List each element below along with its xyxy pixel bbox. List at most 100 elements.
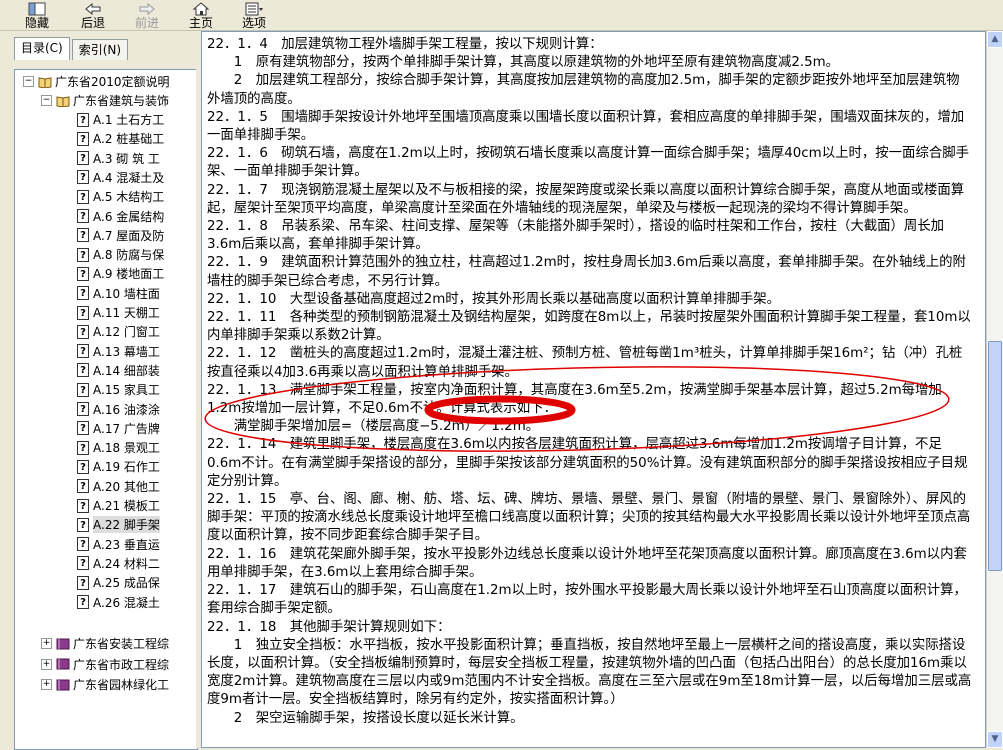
content-paragraph: 22．1．8 吊装系梁、吊车梁、柱间支撑、屋架等（未能搭外脚手架时），搭设的临时… — [207, 219, 945, 253]
tree-collapsed-item[interactable]: + 广东省园林绿化工 — [41, 675, 169, 694]
tab-contents[interactable]: 目录(C) — [14, 37, 70, 60]
tree-item[interactable]: ? A.26 混凝土 — [77, 593, 160, 612]
scroll-up-icon[interactable]: ▲ — [987, 31, 1003, 48]
content-paragraph: 22．1．10 大型设备基础高度超过2m时，按其外形周长乘以基础高度以面积计算单… — [207, 291, 781, 307]
help-page-icon: ? — [77, 556, 89, 571]
forward-arrow-icon — [139, 2, 155, 16]
tree-item-label: A.16 油漆涂 — [93, 402, 160, 417]
tree-item-label: A.13 幕墙工 — [93, 344, 160, 359]
tree-item[interactable]: ? A.25 成品保 — [77, 573, 160, 592]
tree-item[interactable]: ? A.2 桩基础工 — [77, 129, 164, 148]
tree-collapsed-item[interactable]: + 广东省市政工程综 — [41, 655, 169, 674]
forward-button[interactable]: 前进 — [132, 0, 162, 30]
tree-item-label: A.21 模板工 — [93, 499, 160, 513]
content-paragraph: 22．1．12 凿桩头的高度超过1.2m时，混凝土灌注桩、预制方桩、管桩每凿1m… — [207, 346, 963, 380]
content-paragraph: 22．1．7 现浇钢筋混凝土屋架以及不与板相接的梁，按屋架跨度或梁长乘以高度以面… — [207, 182, 965, 216]
help-page-icon: ? — [77, 189, 89, 204]
scroll-thumb[interactable] — [988, 341, 1002, 571]
tree-item[interactable]: ? A.20 其他工 — [77, 477, 160, 496]
collapse-icon[interactable]: − — [23, 76, 34, 87]
options-button[interactable]: 选项 — [234, 0, 274, 30]
tree-item[interactable]: ? A.21 模板工 — [77, 496, 160, 515]
navigation-pane: 目录(C) 索引(N) − 广东省2010定额说明 − 广东省建筑与装饰 ? A.… — [0, 31, 198, 750]
help-page-icon: ? — [77, 324, 89, 339]
tree-item[interactable]: ? A.6 金属结构 — [77, 207, 164, 226]
help-page-icon: ? — [77, 402, 89, 416]
tree-item[interactable]: ? A.24 材料二 — [77, 554, 160, 573]
tree-item[interactable]: ? A.12 门窗工 — [77, 322, 160, 341]
home-icon — [192, 2, 210, 16]
tree-item[interactable]: ? A.14 细部装 — [77, 361, 160, 380]
content-scrollbar[interactable]: ▲ ▼ — [986, 31, 1003, 748]
content-paragraph: 22．1．4 加层建筑物工程外墙脚手架工程量，按以下规则计算： — [207, 37, 603, 52]
tree-item-label: A.11 天棚工 — [93, 306, 160, 320]
content-paragraph: 22．1．16 建筑花架廊外脚手架，按水平投影外边线总长度乘以设计外地坪至花架顶… — [207, 546, 967, 580]
tree-item-label: A.22 脚手架 — [93, 516, 160, 534]
tree-item-label: A.23 垂直运 — [93, 537, 160, 552]
tree-sub-item[interactable]: − 广东省建筑与装饰 — [41, 91, 169, 110]
help-page-icon: ? — [77, 286, 89, 301]
help-page-icon: ? — [77, 575, 89, 590]
tree-item-label: A.1 土石方工 — [93, 113, 165, 127]
content-paragraph: 1 独立安全挡板：水平挡板，按水平投影面积计算；垂直挡板，按自然地坪至最上一层横… — [207, 637, 972, 708]
tree-item-label: A.5 木结构工 — [93, 190, 165, 205]
content-paragraph: 22．1．5 围墙脚手架按设计外地坪至围墙顶高度乘以围墙长度以面积计算，套相应高… — [207, 109, 965, 144]
help-page-icon: ? — [77, 479, 89, 494]
home-button[interactable]: 主页 — [186, 0, 216, 30]
tree-item[interactable]: ? A.13 幕墙工 — [77, 342, 160, 361]
tree-item[interactable]: ? A.4 混凝土及 — [77, 168, 164, 187]
toolbar: 隐藏 后退 前进 主页 选项 — [0, 0, 1003, 31]
tree-item[interactable]: ? A.22 脚手架 — [77, 515, 160, 534]
tree-item-label: A.26 混凝土 — [93, 595, 160, 610]
hide-button[interactable]: 隐藏 — [20, 0, 54, 30]
tree-item[interactable]: ? A.3 砌 筑 工 — [77, 149, 160, 168]
tree-item-label: A.2 桩基础工 — [93, 132, 165, 147]
tab-index[interactable]: 索引(N) — [71, 39, 129, 60]
content-paragraph: 22．1．11 各种类型的预制钢筋混凝土及钢结构屋架，如跨度在8m以上，吊装时按… — [207, 310, 971, 344]
tree-item[interactable]: ? A.5 木结构工 — [77, 187, 164, 206]
help-page-icon: ? — [77, 228, 89, 243]
content-paragraph: 22．1．17 建筑石山的脚手架，石山高度在1.2m以上时，按外围水平投影最大周… — [207, 583, 967, 617]
tree-item[interactable]: ? A.9 楼地面工 — [77, 264, 164, 283]
tree-item-label: A.20 其他工 — [93, 479, 160, 494]
tree-item-label: A.6 金属结构 — [93, 209, 165, 224]
tree-item[interactable]: ? A.7 屋面及防 — [77, 226, 164, 245]
options-icon — [244, 2, 264, 16]
tree-item-label: A.17 广告牌 — [93, 421, 160, 436]
tree-item-label: A.25 成品保 — [93, 576, 160, 591]
expand-icon[interactable]: + — [41, 658, 52, 670]
expand-icon[interactable]: + — [41, 679, 52, 690]
help-page-icon: ? — [77, 459, 89, 474]
help-page-icon: ? — [77, 209, 89, 223]
tree-root-item[interactable]: − 广东省2010定额说明 — [23, 72, 170, 91]
collapse-icon[interactable]: − — [41, 95, 52, 106]
tree-item[interactable]: ? A.10 墙柱面 — [77, 284, 160, 303]
content-paragraph: 2 加层建筑工程部分，按综合脚手架计算，其高度按加层建筑物的高度加2.5m，脚手… — [207, 73, 960, 107]
topic-content: 22．1．4 加层建筑物工程外墙脚手架工程量，按以下规则计算： 1 原有建筑物部… — [201, 31, 986, 748]
tree-item[interactable]: ? A.11 天棚工 — [77, 303, 160, 322]
tree-item[interactable]: ? A.18 景观工 — [77, 438, 160, 457]
nav-tabs: 目录(C) 索引(N) — [14, 37, 130, 61]
tree-item[interactable]: ? A.16 油漆涂 — [77, 400, 160, 419]
help-page-icon: ? — [77, 170, 89, 185]
back-button[interactable]: 后退 — [78, 0, 108, 30]
tree-item[interactable]: ? A.15 家具工 — [77, 380, 160, 399]
content-paragraph: 22．1．13 满堂脚手架工程量，按室内净面积计算，其高度在3.6m至5.2m，… — [207, 382, 942, 417]
tree-item[interactable]: ? A.8 防腐与保 — [77, 245, 164, 264]
tree-item-label: A.14 细部装 — [93, 363, 160, 378]
tree-item-label: A.4 混凝土及 — [93, 170, 165, 185]
tree-item-label: 广东省市政工程综 — [73, 657, 170, 672]
tree-item[interactable]: ? A.23 垂直运 — [77, 535, 160, 554]
tree-collapsed-item[interactable]: + 广东省安装工程综 — [41, 634, 169, 653]
help-page-icon: ? — [77, 498, 89, 513]
tree-item-label: A.19 石作工 — [93, 460, 160, 475]
help-page-icon: ? — [77, 305, 89, 320]
tree-item[interactable]: ? A.19 石作工 — [77, 457, 160, 476]
content-paragraph: 22．1．9 建筑面积计算范围外的独立柱，柱高超过1.2m时，按柱身周长加3.6… — [207, 255, 966, 289]
content-paragraph: 满堂脚手架增加层=（楼层高度−5.2m）／1.2m。 — [207, 419, 540, 435]
tree-item[interactable]: ? A.1 土石方工 — [77, 110, 164, 129]
tree-item-label: 广东省园林绿化工 — [73, 678, 170, 692]
scroll-down-icon[interactable]: ▼ — [987, 731, 1003, 748]
tree-item[interactable]: ? A.17 广告牌 — [77, 419, 160, 438]
expand-icon[interactable]: + — [41, 638, 52, 649]
